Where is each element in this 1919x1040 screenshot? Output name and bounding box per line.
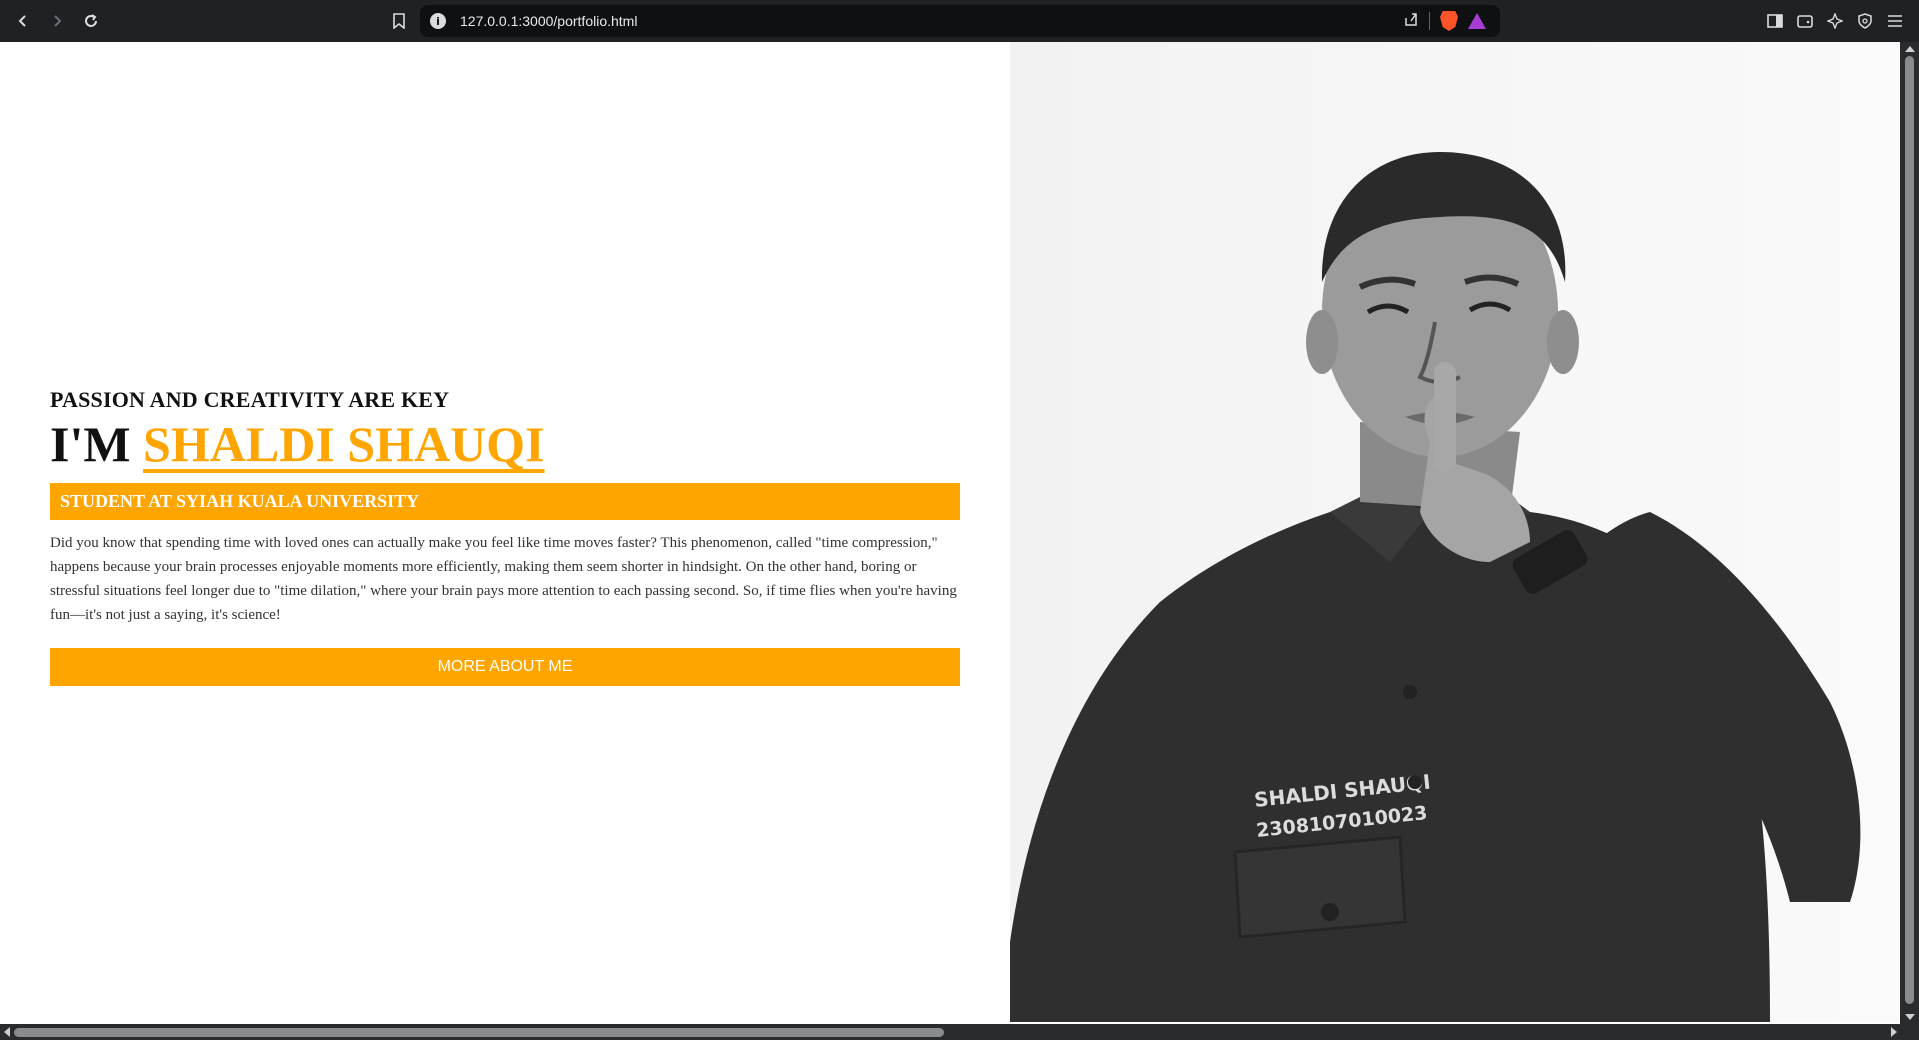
vertical-scrollbar[interactable] bbox=[1900, 42, 1919, 1024]
hero-text-section: PASSION AND CREATIVITY ARE KEY I'M SHALD… bbox=[50, 387, 960, 686]
wallet-icon[interactable] bbox=[1793, 6, 1817, 36]
page-viewport: PASSION AND CREATIVITY ARE KEY I'M SHALD… bbox=[0, 42, 1900, 1024]
brave-rewards-icon[interactable] bbox=[1468, 13, 1486, 29]
bio-paragraph: Did you know that spending time with lov… bbox=[50, 535, 957, 623]
horizontal-scrollbar[interactable] bbox=[0, 1024, 1919, 1040]
scroll-up-icon[interactable] bbox=[1905, 46, 1915, 52]
name-link[interactable]: SHALDI SHAUQI bbox=[143, 416, 545, 472]
role-text: STUDENT AT SYIAH KUALA UNIVERSITY bbox=[60, 491, 420, 511]
browser-toolbar: i 127.0.0.1:3000/portfolio.html bbox=[0, 0, 1919, 42]
site-info-icon[interactable]: i bbox=[430, 13, 446, 29]
vpn-icon[interactable] bbox=[1853, 6, 1877, 36]
bookmark-icon[interactable] bbox=[384, 6, 414, 36]
menu-icon[interactable] bbox=[1883, 6, 1907, 36]
url-text[interactable]: 127.0.0.1:3000/portfolio.html bbox=[460, 13, 637, 29]
greeting: I'M bbox=[50, 416, 131, 472]
profile-photo: SHALDI SHAUQI 2308107010023 bbox=[1010, 42, 1900, 1022]
horizontal-scroll-thumb[interactable] bbox=[14, 1028, 944, 1037]
back-icon[interactable] bbox=[8, 6, 38, 36]
forward-icon[interactable] bbox=[42, 6, 72, 36]
tagline: PASSION AND CREATIVITY ARE KEY bbox=[50, 387, 450, 412]
leo-ai-icon[interactable] bbox=[1823, 6, 1847, 36]
address-bar[interactable]: i 127.0.0.1:3000/portfolio.html bbox=[420, 5, 1500, 37]
scroll-left-icon[interactable] bbox=[4, 1027, 10, 1037]
scroll-down-icon[interactable] bbox=[1905, 1014, 1915, 1020]
more-about-me-button[interactable]: MORE ABOUT ME bbox=[50, 648, 960, 686]
role-banner: STUDENT AT SYIAH KUALA UNIVERSITY bbox=[50, 483, 960, 520]
vertical-scroll-thumb[interactable] bbox=[1905, 56, 1914, 1004]
share-icon[interactable] bbox=[1403, 11, 1419, 32]
scroll-right-icon[interactable] bbox=[1891, 1027, 1897, 1037]
reload-icon[interactable] bbox=[76, 6, 106, 36]
headline: I'M SHALDI SHAUQI bbox=[50, 415, 960, 473]
divider bbox=[1429, 12, 1430, 30]
sidebar-icon[interactable] bbox=[1763, 6, 1787, 36]
brave-shields-icon[interactable] bbox=[1440, 11, 1458, 31]
